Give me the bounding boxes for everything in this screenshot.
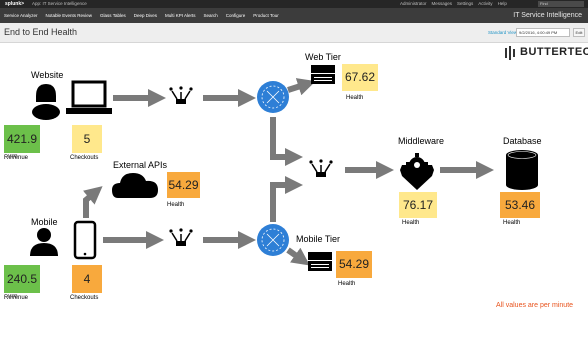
mobile-server-icon [308, 252, 332, 271]
mobile-label: Mobile [31, 217, 58, 227]
mobile-checkouts-tile[interactable]: 4 [72, 265, 102, 293]
web-tier-health-caption: Health [346, 95, 364, 101]
middleware-health-value: 76.17 [402, 198, 434, 212]
middleware-health-caption: Health [402, 220, 420, 226]
website-user-icon [32, 84, 60, 120]
mobile-checkouts-caption: Checkouts [70, 295, 99, 301]
middleware-load-balancer-icon [309, 159, 333, 177]
web-tier-label: Web Tier [305, 52, 341, 62]
mobile-revenue-caption: Revenue [4, 295, 29, 301]
mobile-load-balancer-icon [169, 228, 193, 246]
arrow-mobile-to-apis [83, 186, 103, 218]
mobile-tier-label: Mobile Tier [296, 234, 341, 244]
database-label: Database [503, 136, 542, 146]
website-revenue-tile[interactable]: 421.9 USD [4, 125, 40, 158]
website-checkouts-tile[interactable]: 5 [72, 125, 102, 153]
web-tier-health-value: 67.62 [344, 70, 376, 84]
web-server-icon [311, 65, 335, 84]
arrow-mobile-router-to-mid-lb [270, 176, 303, 222]
cloud-icon [112, 173, 158, 198]
middleware-health-tile[interactable]: 76.17 [399, 192, 437, 218]
website-load-balancer-icon [169, 86, 193, 104]
brand-name: BUTTERTECH [520, 46, 588, 58]
mobile-revenue-tile[interactable]: 240.5 USD [4, 265, 40, 298]
database-health-value: 53.46 [504, 198, 536, 212]
phone-icon [73, 220, 97, 260]
external-apis-health-caption: Health [167, 202, 185, 208]
mobile-tier-health-tile[interactable]: 54.29 [336, 251, 372, 278]
mobile-router-icon [257, 224, 289, 256]
external-apis-health-tile[interactable]: 54.29 [167, 172, 200, 198]
mobile-user-icon [30, 228, 58, 256]
database-icon [506, 150, 538, 190]
arrow-mobile-router-to-server [286, 247, 310, 266]
mobile-tier-health-value: 54.29 [338, 257, 370, 271]
website-label: Website [31, 70, 64, 80]
mobile-tier-health-caption: Health [338, 281, 356, 287]
website-revenue-caption: Revenue [4, 155, 29, 161]
arrow-web-router-to-mid-lb [270, 117, 303, 166]
web-tier-health-tile[interactable]: 67.62 [342, 64, 378, 91]
buttertech-logo-icon [505, 46, 515, 60]
external-apis-health-value: 54.29 [168, 178, 199, 192]
per-minute-note: All values are per minute [496, 302, 574, 309]
external-apis-label: External APIs [113, 160, 168, 170]
mobile-checkouts-value: 4 [83, 272, 91, 286]
website-checkouts-caption: Checkouts [70, 155, 99, 161]
website-checkouts-value: 5 [83, 132, 91, 146]
middleware-label: Middleware [398, 136, 445, 146]
database-health-caption: Health [503, 220, 521, 226]
database-health-tile[interactable]: 53.46 [500, 192, 540, 218]
web-router-icon [257, 81, 289, 113]
middleware-gear-icon [400, 153, 434, 190]
laptop-icon [66, 80, 112, 114]
arrow-web-router-to-server [287, 78, 316, 96]
